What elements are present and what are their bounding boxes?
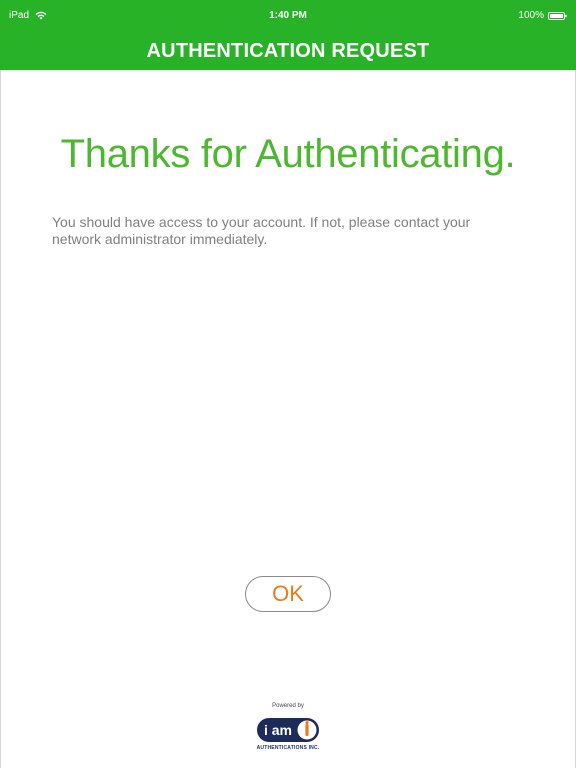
company-name: AUTHENTICATIONS INC. bbox=[256, 745, 320, 751]
logo-text: i am bbox=[264, 722, 292, 738]
status-time: 1:40 PM bbox=[269, 10, 307, 21]
iamauthenticated-logo: i am bbox=[257, 718, 319, 742]
powered-by-label: Powered by bbox=[272, 703, 304, 709]
battery-percentage: 100% bbox=[518, 10, 544, 21]
ok-button[interactable]: OK bbox=[245, 576, 331, 612]
battery-icon bbox=[548, 11, 567, 20]
status-bar: iPad 1:40 PM 100% bbox=[0, 0, 576, 32]
nav-bar: AUTHENTICATION REQUEST bbox=[0, 32, 576, 70]
access-message: You should have access to your account. … bbox=[52, 214, 471, 247]
page-title: AUTHENTICATION REQUEST bbox=[146, 40, 430, 62]
thanks-headline: Thanks for Authenticating. bbox=[60, 132, 516, 176]
status-right: 100% bbox=[518, 10, 567, 21]
